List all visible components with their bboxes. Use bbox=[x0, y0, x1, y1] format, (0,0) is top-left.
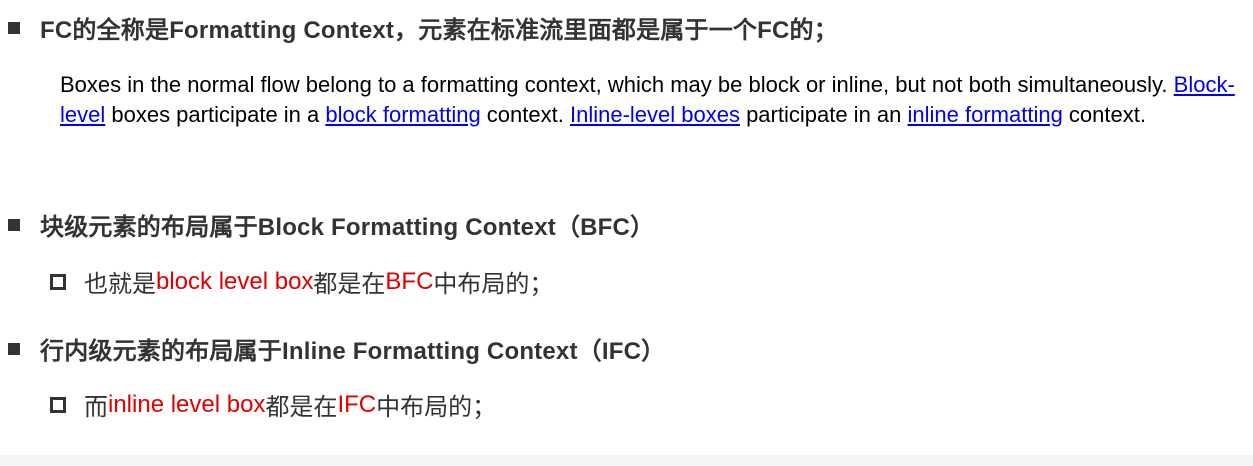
quote-text-4: participate in an bbox=[739, 102, 908, 127]
hollow-square-bullet-icon bbox=[50, 273, 66, 290]
ifc-sub-text-mid: 都是在 bbox=[265, 394, 338, 421]
quote-text-5: context. bbox=[1062, 102, 1146, 127]
quote-text-2: boxes participate in a bbox=[105, 102, 326, 127]
quote-text-3: context. bbox=[480, 102, 570, 127]
filled-square-bullet-icon bbox=[8, 218, 20, 231]
inline-formatting-link[interactable]: inline formatting bbox=[908, 102, 1063, 127]
sub-bullet-bfc: 也就是 block level box 都是在 BFC 中布局的； bbox=[50, 264, 553, 299]
bfc-heading: 块级元素的布局属于Block Formatting Context（BFC） bbox=[40, 214, 655, 241]
bottom-divider-bar bbox=[0, 455, 1253, 466]
ifc-sub-highlight-2: IFC bbox=[337, 390, 377, 418]
filled-square-bullet-icon bbox=[8, 342, 20, 355]
bfc-sub-text-mid: 都是在 bbox=[313, 271, 386, 298]
spec-quote: Boxes in the normal flow belong to a for… bbox=[60, 70, 1245, 130]
bfc-sub-text-post: 中布局的； bbox=[433, 271, 554, 298]
ifc-heading: 行内级元素的布局属于Inline Formatting Context（IFC） bbox=[40, 338, 666, 365]
bfc-sub-highlight-1: block level box bbox=[156, 267, 314, 295]
ifc-sub-text-post: 中布局的； bbox=[376, 394, 497, 421]
fc-heading: FC的全称是Formatting Context，元素在标准流里面都是属于一个F… bbox=[40, 17, 838, 44]
bullet-ifc: 行内级元素的布局属于Inline Formatting Context（IFC） bbox=[8, 331, 665, 366]
sub-bullet-ifc: 而 inline level box 都是在 IFC 中布局的； bbox=[50, 387, 496, 422]
inline-level-boxes-link[interactable]: Inline-level boxes bbox=[570, 102, 740, 127]
bfc-sub-highlight-2: BFC bbox=[385, 267, 434, 295]
ifc-sub-text-pre: 而 bbox=[84, 394, 108, 421]
hollow-square-bullet-icon bbox=[50, 396, 66, 413]
bullet-bfc: 块级元素的布局属于Block Formatting Context（BFC） bbox=[8, 207, 654, 242]
block-formatting-link[interactable]: block formatting bbox=[325, 102, 480, 127]
ifc-sub-highlight-1: inline level box bbox=[108, 390, 266, 418]
bullet-fc: FC的全称是Formatting Context，元素在标准流里面都是属于一个F… bbox=[8, 10, 838, 45]
filled-square-bullet-icon bbox=[8, 21, 20, 34]
bfc-sub-text-pre: 也就是 bbox=[84, 271, 156, 298]
quote-text-1: Boxes in the normal flow belong to a for… bbox=[60, 72, 1174, 97]
